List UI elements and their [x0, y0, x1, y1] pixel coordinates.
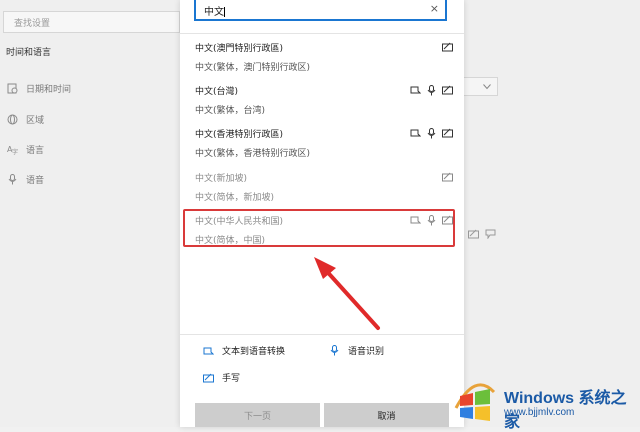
- next-button[interactable]: 下一页: [195, 403, 320, 427]
- background-dropdown[interactable]: [464, 77, 498, 96]
- sidebar-item-label: 日期和时间: [26, 84, 72, 95]
- language-description: 中文(繁体，台湾): [195, 106, 266, 116]
- microphone-icon: [425, 127, 437, 139]
- settings-main-background: [464, 0, 640, 427]
- watermark: Windows 系统之家 www.bjjmlv.com: [450, 372, 640, 431]
- legend-handwriting: 手写: [202, 371, 240, 384]
- language-name: 中文(新加坡): [195, 174, 248, 184]
- cancel-button[interactable]: 取消: [324, 403, 449, 427]
- language-name: 中文(澳門特別行政區): [195, 44, 284, 54]
- watermark-url: www.bjjmlv.com: [504, 407, 575, 418]
- globe-icon: [6, 113, 18, 125]
- language-item-singapore[interactable]: 中文(新加坡) 中文(简体，新加坡): [195, 171, 453, 211]
- legend-label: 文本到语音转换: [222, 347, 286, 357]
- language-search-input[interactable]: 中文 ×: [194, 0, 447, 21]
- clear-icon[interactable]: ×: [430, 2, 439, 15]
- legend-speech: 语音识别: [328, 344, 384, 357]
- handwriting-icon: [441, 41, 453, 53]
- language-description: 中文(简体，新加坡): [195, 193, 275, 203]
- sidebar-item-region[interactable]: 区域: [6, 112, 44, 126]
- language-name: 中文(台灣): [195, 87, 239, 97]
- sidebar-item-label: 语言: [26, 145, 45, 156]
- language-item-taiwan[interactable]: 中文(台灣) 中文(繁体，台湾): [195, 84, 453, 124]
- handwriting-icon: [441, 84, 453, 96]
- language-search-value: 中文: [204, 7, 224, 18]
- clock-icon: [6, 82, 18, 94]
- sidebar-item-date-time[interactable]: 日期和时间: [6, 81, 71, 95]
- svg-text:字: 字: [12, 148, 18, 155]
- text-to-speech-icon: [409, 127, 421, 139]
- text-to-speech-icon: [409, 84, 421, 96]
- language-name: 中文(香港特別行政區): [195, 130, 284, 140]
- legend-label: 语音识别: [348, 347, 385, 357]
- text-to-speech-icon: [202, 345, 214, 357]
- sidebar-section-title: 时间和语言: [6, 48, 52, 58]
- annotation-arrow: [314, 257, 380, 330]
- sidebar-item-label: 语音: [26, 175, 45, 186]
- chevron-down-icon: [483, 84, 491, 90]
- microphone-icon: [328, 345, 340, 357]
- language-item-macau[interactable]: 中文(澳門特別行政區) 中文(繁体，澳门特别行政区): [195, 41, 453, 81]
- language-description: 中文(繁体，澳门特别行政区): [195, 63, 311, 73]
- background-feature-icons: [468, 229, 496, 239]
- language-description: 中文(繁体，香港特别行政区): [195, 149, 311, 159]
- sidebar-item-label: 区域: [26, 115, 45, 126]
- microphone-icon: [425, 84, 437, 96]
- settings-search-input[interactable]: 查找设置: [3, 11, 180, 33]
- legend-label: 手写: [222, 374, 241, 384]
- handwriting-icon: [202, 372, 214, 384]
- legend-tts: 文本到语音转换: [202, 344, 285, 357]
- handwriting-icon: [468, 229, 479, 239]
- language-icon: A字: [6, 143, 18, 155]
- sidebar-item-speech[interactable]: 语音: [6, 172, 44, 186]
- divider: [180, 33, 464, 34]
- handwriting-icon: [441, 127, 453, 139]
- highlight-box: [183, 209, 455, 247]
- settings-sidebar: 查找设置 时间和语言 日期和时间 区域 A字 语言 语音: [0, 0, 180, 427]
- speech-bubble-icon: [485, 229, 496, 239]
- text-cursor: [224, 7, 225, 17]
- microphone-icon: [6, 173, 18, 185]
- sidebar-item-language[interactable]: A字 语言: [6, 142, 45, 156]
- handwriting-icon: [441, 171, 453, 183]
- windows-logo-icon: [454, 383, 496, 421]
- language-item-hongkong[interactable]: 中文(香港特別行政區) 中文(繁体，香港特别行政区): [195, 127, 453, 167]
